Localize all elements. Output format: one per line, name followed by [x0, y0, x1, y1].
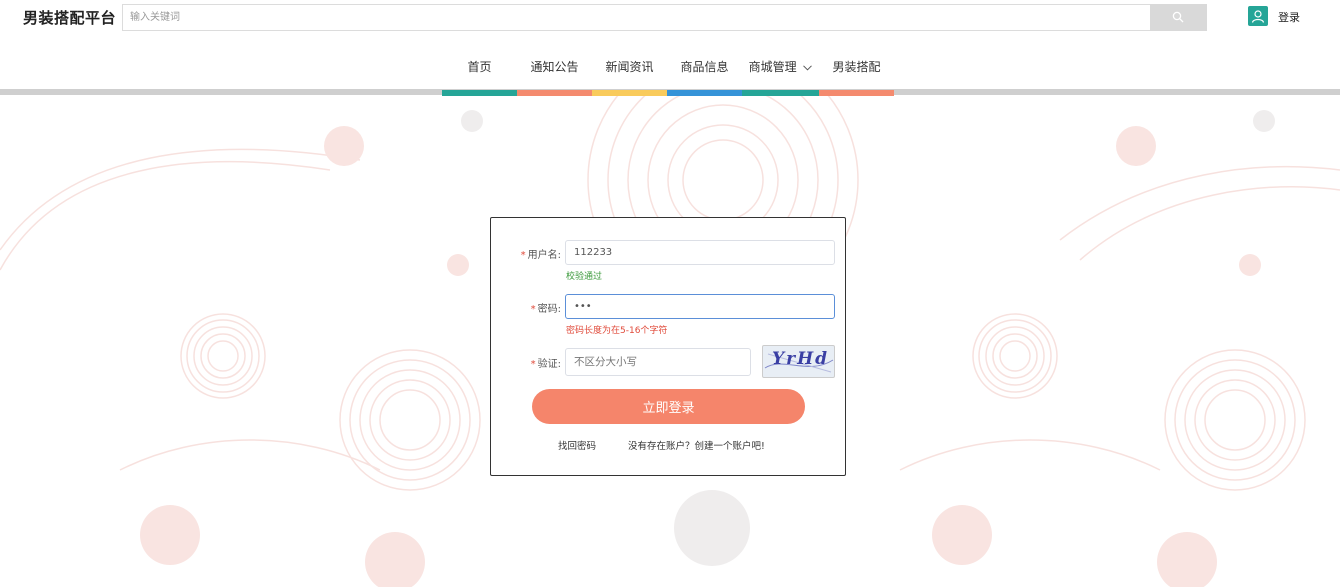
captcha-input[interactable]: [565, 348, 751, 376]
nav-item-label: 商品信息: [680, 60, 729, 74]
search-input[interactable]: [122, 4, 1150, 31]
nav-item-label: 首页: [467, 60, 492, 74]
register-link[interactable]: 没有存在账户？创建一个账户吧!: [628, 438, 765, 452]
password-label: * 密码:: [530, 304, 561, 315]
nav-item-news[interactable]: 新闻资讯: [592, 52, 667, 96]
username-validation-success: 校验通过: [566, 272, 603, 282]
user-icon[interactable]: [1248, 6, 1268, 26]
nav-item-products[interactable]: 商品信息: [667, 52, 742, 96]
captcha-image[interactable]: YrHd: [762, 345, 835, 378]
nav-item-label: 通知公告: [530, 60, 579, 74]
nav-color-bar: [667, 90, 742, 96]
search-button[interactable]: [1150, 4, 1207, 31]
password-input[interactable]: [565, 294, 835, 319]
captcha-text: YrHd: [772, 349, 830, 369]
captcha-label: * 验证:: [530, 359, 561, 370]
nav-color-bar: [592, 90, 667, 96]
nav-color-bar: [442, 90, 517, 96]
nav-item-mall-management[interactable]: 商城管理: [742, 52, 819, 96]
forgot-password-link[interactable]: 找回密码: [558, 438, 596, 452]
nav-item-home[interactable]: 首页: [442, 52, 517, 96]
site-title[interactable]: 男装搭配平台: [23, 7, 116, 28]
nav-item-label: 商城管理: [748, 60, 797, 74]
nav-item-label: 男装搭配: [832, 60, 881, 74]
nav-item-outfits[interactable]: 男装搭配: [819, 52, 894, 96]
login-link[interactable]: 登录: [1278, 9, 1300, 25]
nav-item-label: 新闻资讯: [605, 60, 654, 74]
search-icon: [1172, 11, 1184, 23]
username-input[interactable]: [565, 240, 835, 265]
login-submit-button[interactable]: 立即登录: [532, 389, 805, 424]
nav-color-bar: [517, 90, 592, 96]
username-label: * 用户名:: [520, 250, 561, 261]
top-bar: 男装搭配平台 登录: [0, 0, 1340, 40]
login-form: *用户名: 校验通过 *密码: 密码长度为在5-16个字符 *验证: YrHd …: [490, 217, 846, 476]
nav-item-notices[interactable]: 通知公告: [517, 52, 592, 96]
chevron-down-icon: [803, 64, 813, 71]
nav-color-bar: [742, 90, 819, 96]
password-validation-error: 密码长度为在5-16个字符: [566, 326, 668, 336]
nav-color-bar: [819, 90, 894, 96]
